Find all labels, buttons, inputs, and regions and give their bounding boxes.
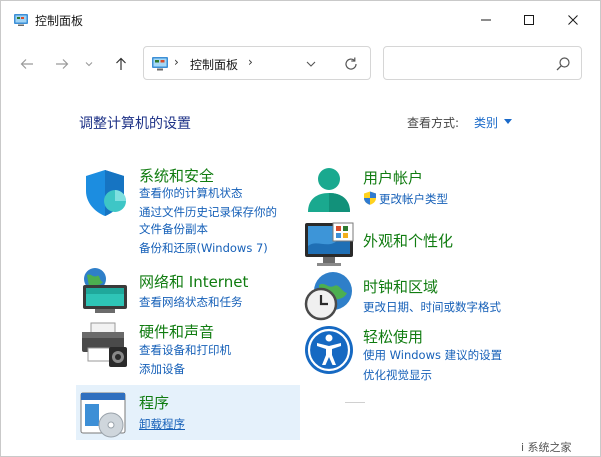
breadcrumb-chevron[interactable]: › <box>174 55 179 69</box>
recent-locations-button[interactable] <box>82 53 96 75</box>
link-file-history-cont[interactable]: 文件备份副本 <box>139 221 208 237</box>
link-change-date-time-format[interactable]: 更改日期、时间或数字格式 <box>363 299 501 315</box>
category-programs[interactable]: 程序 <box>139 392 169 413</box>
uac-shield-icon <box>364 191 376 205</box>
category-user-accounts[interactable]: 用户帐户 <box>363 167 423 188</box>
link-view-computer-status[interactable]: 查看你的计算机状态 <box>139 185 243 201</box>
divider <box>345 402 365 403</box>
back-arrow-icon <box>20 59 33 69</box>
shield-icon[interactable] <box>79 167 131 219</box>
page-title: 调整计算机的设置 <box>79 116 191 132</box>
link-devices-printers[interactable]: 查看设备和打印机 <box>139 342 231 358</box>
window-title: 控制面板 <box>35 14 84 28</box>
refresh-icon[interactable] <box>342 55 360 73</box>
maximize-button[interactable] <box>506 1 552 39</box>
control-panel-icon <box>152 57 168 71</box>
breadcrumb-control-panel[interactable]: 控制面板 <box>190 56 238 73</box>
watermark: i 系统之家 <box>521 441 572 454</box>
minimize-button[interactable] <box>463 1 509 39</box>
category-system-security[interactable]: 系统和安全 <box>139 165 214 186</box>
user-icon[interactable] <box>303 163 355 215</box>
minimize-icon <box>481 19 491 21</box>
clock-globe-icon[interactable] <box>303 271 355 323</box>
chevron-down-icon[interactable] <box>304 57 318 71</box>
link-change-account-type[interactable]: 更改帐户类型 <box>379 191 448 207</box>
search-icon[interactable] <box>555 56 571 72</box>
control-panel-window: 控制面板 › 控制面板 › 调整计算机的设置 查看方式: 类别 系统和安全 查看… <box>0 0 601 457</box>
search-input[interactable] <box>383 46 582 80</box>
forward-arrow-icon <box>56 59 69 69</box>
monitor-icon[interactable] <box>303 219 355 271</box>
link-optimize-visual-display[interactable]: 优化视觉显示 <box>363 367 432 383</box>
address-bar[interactable]: › 控制面板 › <box>143 46 371 80</box>
navigation-bar: › 控制面板 › <box>1 39 600 89</box>
programs-icon[interactable] <box>79 387 131 439</box>
category-appearance[interactable]: 外观和个性化 <box>363 230 453 251</box>
close-button[interactable] <box>550 1 596 39</box>
view-by-dropdown[interactable]: 类别 <box>474 114 498 131</box>
chevron-down-icon[interactable] <box>503 118 513 125</box>
link-file-history[interactable]: 通过文件历史记录保存你的 <box>139 204 277 220</box>
category-hardware-sound[interactable]: 硬件和声音 <box>139 321 214 342</box>
up-button[interactable] <box>110 53 132 75</box>
breadcrumb-chevron[interactable]: › <box>248 55 253 69</box>
link-backup-restore[interactable]: 备份和还原(Windows 7) <box>139 240 268 256</box>
category-ease-of-access[interactable]: 轻松使用 <box>363 326 423 347</box>
control-panel-icon <box>14 14 28 26</box>
link-recommended-settings[interactable]: 使用 Windows 建议的设置 <box>363 347 502 363</box>
category-clock-region[interactable]: 时钟和区域 <box>363 276 438 297</box>
back-button[interactable] <box>16 53 38 75</box>
printer-icon[interactable] <box>79 319 131 371</box>
category-network-internet[interactable]: 网络和 Internet <box>139 271 248 292</box>
maximize-icon <box>524 15 534 25</box>
link-uninstall-program[interactable]: 卸载程序 <box>139 416 185 432</box>
recent-dropdown-icon <box>85 62 93 67</box>
forward-button[interactable] <box>51 53 73 75</box>
up-arrow-icon <box>116 57 126 70</box>
accessibility-icon[interactable] <box>303 324 355 376</box>
title-bar[interactable]: 控制面板 <box>1 1 600 39</box>
view-by-label: 查看方式: <box>407 116 460 130</box>
close-icon <box>568 15 578 25</box>
link-network-status[interactable]: 查看网络状态和任务 <box>139 294 243 310</box>
globe-network-icon[interactable] <box>79 265 131 317</box>
link-add-device[interactable]: 添加设备 <box>139 361 185 377</box>
